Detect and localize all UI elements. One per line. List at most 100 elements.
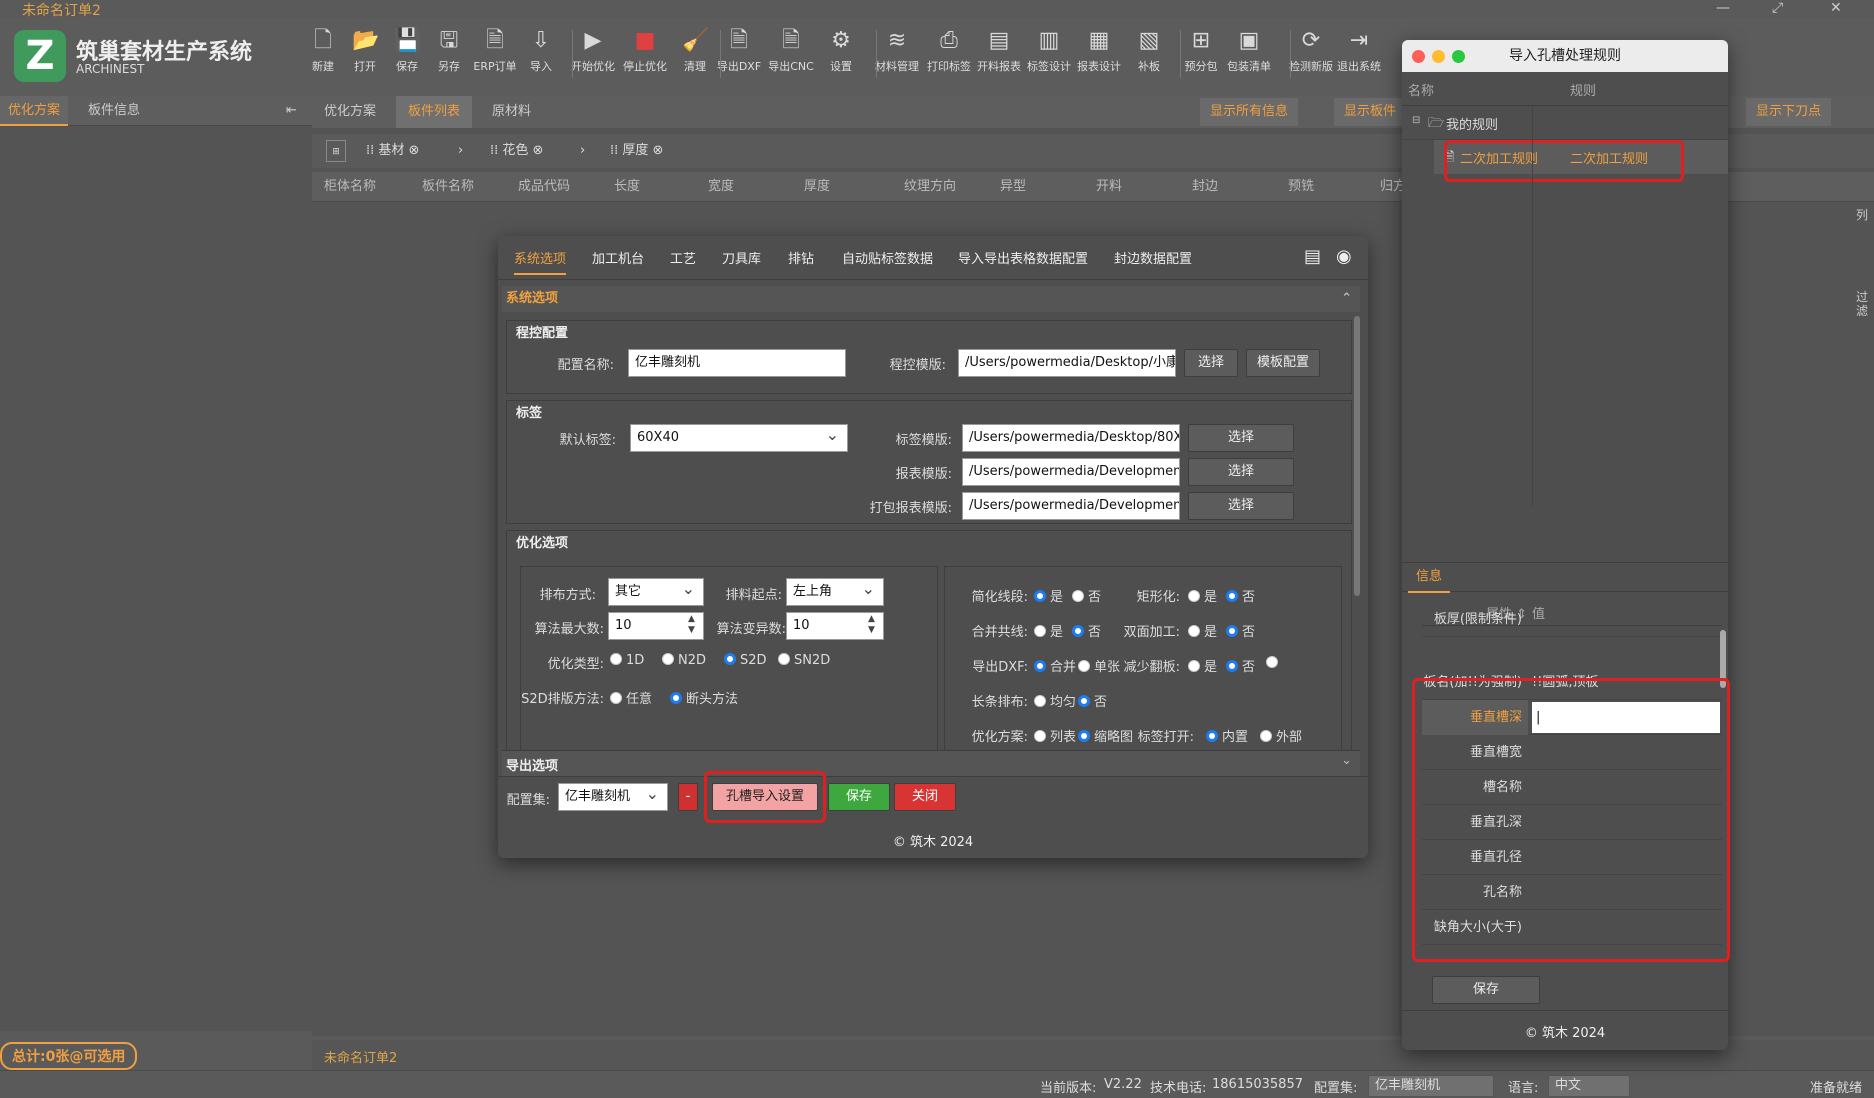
status-config-select[interactable]: 亿丰雕刻机 [1368,1075,1494,1097]
template-config-button[interactable]: 模板配置 [1246,349,1320,377]
column-header[interactable]: 柜体名称 [324,172,376,202]
s2d-any-radio[interactable]: 任意 [610,688,652,707]
double-sided-yes-radio[interactable]: 是 [1188,621,1217,640]
close-window-icon[interactable] [1412,50,1425,63]
side-filter-label[interactable]: 过滤 [1856,290,1870,318]
column-header[interactable]: 宽度 [708,172,734,202]
column-header[interactable]: 长度 [614,172,640,202]
column-header[interactable]: 成品代码 [518,172,570,202]
column-header[interactable]: 厚度 [804,172,830,202]
tab-drilling[interactable]: 排钻 [788,248,814,267]
opt-type-s2d-radio[interactable]: S2D [724,653,767,668]
opt-type-1d-radio[interactable]: 1D [610,653,644,668]
show-all-info-button[interactable]: 显示所有信息 [1200,98,1299,126]
merge-yes-radio[interactable]: 是 [1034,621,1063,640]
footer-config-select[interactable]: 亿丰雕刻机 [558,781,668,811]
opt-type-sn2d-radio[interactable]: SN2D [778,653,830,668]
remove-config-button[interactable]: - [678,783,698,811]
collapse-icon[interactable]: ⊟ [1412,115,1420,126]
dxf-merge-radio[interactable]: 合并 [1034,656,1076,675]
report-template-input[interactable]: /Users/powermedia/Development/Bı [962,458,1180,486]
collapse-panel-icon[interactable]: ⇤ [278,96,305,126]
maximize-icon[interactable]: ⤢ [1772,0,1783,16]
package-list-button[interactable]: ▣ 包装清单 [1224,26,1274,84]
report-template-select-button[interactable]: 选择 [1188,458,1294,486]
reduce-flip-no-radio[interactable]: 否 [1226,656,1255,675]
dialog-scrollbar[interactable] [1354,316,1360,596]
column-header[interactable]: 封边 [1192,172,1218,202]
tag-open-builtin-radio[interactable]: 内置 [1206,726,1248,745]
tab-tool-library[interactable]: 刀具库 [722,248,761,267]
target-icon[interactable]: ◉ [1336,246,1352,267]
chevron-up-icon[interactable]: ⌃ [1341,286,1352,312]
label-template-select-button[interactable]: 选择 [1188,424,1294,452]
cnc-template-input[interactable]: /Users/powermedia/Desktop/小康2.ı [958,349,1176,377]
section-header-system-options[interactable]: 系统选项 ⌃ [502,286,1360,312]
export-cnc-button[interactable]: 🗎 导出CNC [766,26,816,84]
double-sided-no-radio[interactable]: 否 [1226,621,1255,640]
tab-process[interactable]: 工艺 [670,248,696,267]
column-header[interactable]: 开料 [1096,172,1122,202]
update-button[interactable]: ⟳ 检测新版 [1286,26,1336,84]
tag-open-external-radio[interactable]: 外部 [1260,726,1302,745]
rectangularize-yes-radio[interactable]: 是 [1188,586,1217,605]
column-header[interactable]: 纹理方向 [904,172,956,202]
layers-button[interactable]: ≋ 材料管理 [872,26,922,84]
side-columns-label[interactable]: 列 [1856,208,1870,222]
pack-report-template-select-button[interactable]: 选择 [1188,492,1294,520]
play-button[interactable]: ▶ 开始优化 [568,26,618,84]
chart-design-button[interactable]: ▦ 报表设计 [1074,26,1124,84]
cnc-template-select-button[interactable]: 选择 [1184,349,1238,377]
layout-start-select[interactable]: 左上角 [786,576,884,606]
barcode-button[interactable]: ▥ 标签设计 [1024,26,1074,84]
layout-mode-select[interactable]: 其它 [608,576,704,606]
opt-type-n2d-radio[interactable]: N2D [662,653,706,668]
pack-report-template-input[interactable]: /Users/powermedia/Development/Bı [962,492,1180,520]
save-as-button[interactable]: 🖫 另存 [424,26,474,84]
s2d-guillotine-radio[interactable]: 断头方法 [670,688,738,707]
import-button[interactable]: ⇩ 导入 [516,26,566,84]
simplify-no-radio[interactable]: 否 [1072,586,1101,605]
erp-order-button[interactable]: 🗎 ERP订单 [470,26,520,84]
list-icon[interactable]: ▤ [1304,246,1321,267]
show-cut-points-button[interactable]: 显示下刀点 [1746,98,1832,126]
tab-info[interactable]: 信息 [1408,563,1451,593]
tab-machines[interactable]: 加工机台 [592,248,644,267]
show-boards-button[interactable]: 显示板件 [1334,98,1407,126]
strip-no-radio[interactable]: 否 [1078,691,1107,710]
tab-raw-material[interactable]: 原材料 [480,96,543,128]
label-template-input[interactable]: /Users/powermedia/Desktop/80X40. [962,424,1180,452]
tab-center-optimization-plan[interactable]: 优化方案 [312,96,388,128]
language-select[interactable]: 中文 [1548,1075,1630,1097]
algo-max-stepper[interactable]: ▲ ▼ [688,614,695,636]
broom-button[interactable]: 🧹 清理 [670,26,720,84]
column-header[interactable]: 异型 [1000,172,1026,202]
reduce-flip-yes-radio[interactable]: 是 [1188,656,1217,675]
rule-save-button[interactable]: 保存 [1432,976,1540,1004]
minimize-icon[interactable]: — [1716,0,1730,16]
reduce-flip-extra-radio[interactable] [1266,656,1282,671]
rectangularize-no-radio[interactable]: 否 [1226,586,1255,605]
section-header-export-options[interactable]: 导出选项 ⌄ [502,750,1360,776]
simplify-yes-radio[interactable]: 是 [1034,586,1063,605]
gear-button[interactable]: ⚙ 设置 [816,26,866,84]
plan-list-radio[interactable]: 列表 [1034,726,1076,745]
tab-import-export-config[interactable]: 导入导出表格数据配置 [958,248,1088,267]
package-tree-button[interactable]: ⊞ 预分包 [1176,26,1226,84]
tab-edge-banding-config[interactable]: 封边数据配置 [1114,248,1192,267]
export-dxf-button[interactable]: 🗎 导出DXF [714,26,764,84]
merge-no-radio[interactable]: 否 [1072,621,1101,640]
printer-button[interactable]: ⎙ 打印标签 [924,26,974,84]
chevron-down-icon[interactable]: ⌄ [1341,753,1352,768]
report-button[interactable]: ▤ 开料报表 [974,26,1024,84]
plan-thumbnail-radio[interactable]: 缩略图 [1078,726,1133,745]
filter-toggle-icon[interactable]: ⊞ [326,140,346,162]
config-name-input[interactable]: 亿丰雕刻机 [628,349,846,377]
stop-button[interactable]: ■ 停止优化 [620,26,670,84]
zoom-window-icon[interactable] [1452,50,1465,63]
filter-chip-thickness[interactable]: ⁞⁞ 厚度 ⊗ [610,140,663,162]
strip-even-radio[interactable]: 均匀 [1034,691,1076,710]
minimize-window-icon[interactable] [1432,50,1445,63]
default-label-select[interactable]: 60X40 [630,422,848,452]
algo-variation-stepper[interactable]: ▲ ▼ [868,614,875,636]
